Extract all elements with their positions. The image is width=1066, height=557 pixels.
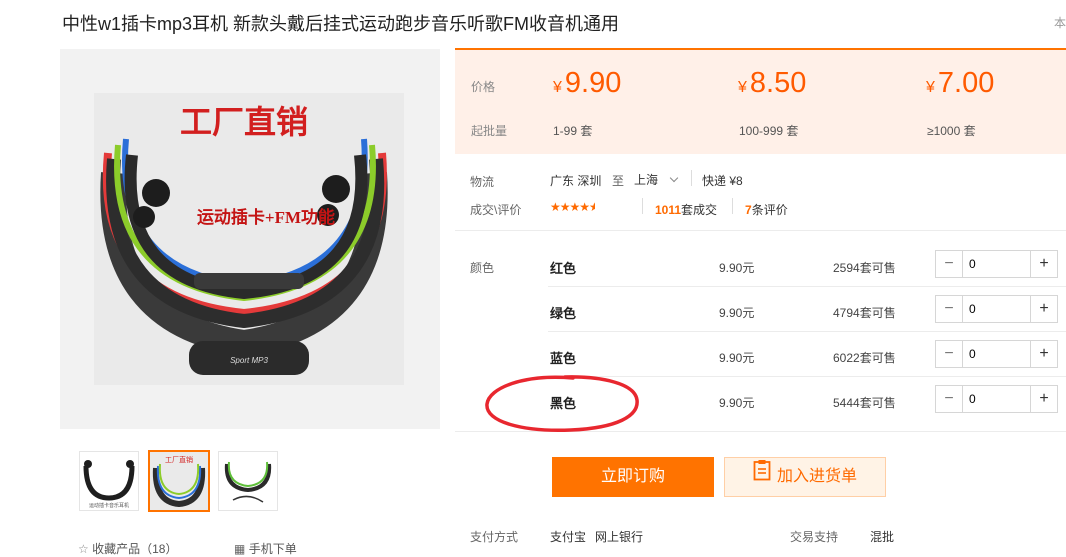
payment-alipay: 支付宝	[550, 530, 587, 544]
payment-bank: 网上银行	[595, 530, 644, 544]
variant-stock: 4794套可售	[833, 306, 896, 320]
sold-suffix: 套成交	[681, 203, 718, 217]
star-outline-icon: ☆	[78, 542, 89, 556]
row-divider	[548, 331, 1066, 332]
moq-label: 起批量	[471, 124, 508, 138]
mobile-order-link[interactable]: ▦ 手机下单	[234, 540, 297, 557]
minus-button[interactable]: −	[936, 386, 963, 412]
plus-button[interactable]: +	[1030, 341, 1057, 367]
corner-text: 本	[1053, 16, 1066, 30]
deals-label: 成交\评价	[470, 203, 522, 217]
price-tier-2: ¥8.50	[738, 67, 806, 100]
thumbnail-2[interactable]: 工厂直销	[148, 450, 210, 512]
thumbnail-3[interactable]	[218, 451, 278, 511]
express-fee: 快递 ¥8	[702, 174, 743, 188]
quantity-stepper: − +	[935, 340, 1058, 368]
sold-number: 1011	[655, 203, 682, 217]
currency-symbol: ¥	[553, 79, 562, 96]
price-value: 7.00	[937, 67, 995, 99]
divider	[642, 198, 643, 214]
tier-3-range: ≥1000 套	[927, 124, 976, 138]
subtext: 运动插卡+FM功能	[197, 207, 335, 227]
variant-price: 9.90元	[719, 261, 755, 275]
origin-city: 广东 深圳	[550, 174, 602, 188]
tier-1-range: 1-99 套	[553, 124, 593, 138]
variant-price: 9.90元	[719, 396, 755, 410]
device-label: Sport MP3	[230, 356, 268, 365]
quantity-stepper: − +	[935, 250, 1058, 278]
thumbnail-1-caption: 运动插卡音乐耳机	[89, 502, 129, 509]
review-number: 7	[745, 203, 752, 217]
variant-price: 9.90元	[719, 351, 755, 365]
divider	[732, 198, 733, 214]
logistics-label: 物流	[470, 175, 495, 189]
minus-button[interactable]: −	[936, 251, 963, 277]
thumbnail-1[interactable]: 运动插卡音乐耳机	[79, 451, 139, 511]
thumbnail-2-caption: 工厂直销	[165, 455, 193, 464]
product-title: 中性w1插卡mp3耳机 新款头戴后挂式运动跑步音乐听歌FM收音机通用	[62, 14, 620, 34]
plus-button[interactable]: +	[1030, 296, 1057, 322]
quantity-input[interactable]	[963, 341, 1030, 367]
quantity-stepper: − +	[935, 385, 1058, 413]
review-suffix: 条评价	[751, 203, 788, 217]
quantity-input[interactable]	[963, 386, 1030, 412]
rating-stars: ★★★★★	[550, 200, 595, 214]
price-value: 8.50	[749, 67, 807, 99]
currency-symbol: ¥	[926, 79, 935, 96]
trade-value: 混批	[870, 530, 895, 544]
thumbnail-2-image: 工厂直销	[150, 452, 208, 510]
main-product-image[interactable]: 工厂直销 运动插卡+FM功能 Sport MP3	[94, 93, 404, 385]
sold-count[interactable]: 1011套成交	[655, 201, 717, 218]
row-divider	[548, 286, 1066, 287]
star-icon: ★★★★	[550, 200, 590, 214]
divider	[691, 170, 692, 186]
quantity-stepper: − +	[935, 295, 1058, 323]
review-count[interactable]: 7条评价	[745, 201, 788, 218]
banner-text: 工厂直销	[180, 104, 308, 140]
quantity-input[interactable]	[963, 296, 1030, 322]
section-divider	[455, 230, 1066, 231]
tier-2-range: 100-999 套	[739, 124, 799, 138]
mobile-label: 手机下单	[248, 542, 297, 556]
variant-color: 红色	[550, 261, 577, 276]
add-to-cart-label: 加入进货单	[776, 468, 857, 486]
price-tier-3: ¥7.00	[926, 67, 994, 100]
trade-label: 交易支持	[790, 530, 839, 544]
variant-stock: 5444套可售	[833, 396, 896, 410]
variant-stock: 6022套可售	[833, 351, 896, 365]
destination-value: 上海	[634, 173, 659, 187]
plus-button[interactable]: +	[1030, 386, 1057, 412]
destination-select[interactable]: 上海	[634, 171, 679, 188]
to-label: 至	[612, 174, 625, 188]
highlight-ellipse	[485, 375, 639, 433]
payment-label: 支付方式	[470, 530, 519, 544]
minus-button[interactable]: −	[936, 341, 963, 367]
favorite-label: 收藏产品（18）	[92, 542, 178, 556]
variant-price: 9.90元	[719, 306, 755, 320]
quantity-input[interactable]	[963, 251, 1030, 277]
clipboard-icon	[753, 458, 771, 496]
thumbnail-3-image	[219, 452, 277, 510]
color-label: 颜色	[470, 261, 495, 275]
thumbnail-1-image: 运动插卡音乐耳机	[80, 452, 138, 510]
variant-stock: 2594套可售	[833, 261, 896, 275]
qr-code-icon: ▦	[234, 542, 246, 556]
currency-symbol: ¥	[738, 79, 747, 96]
headphones-illustration: 工厂直销 运动插卡+FM功能 Sport MP3	[94, 93, 404, 385]
buy-now-button[interactable]: 立即订购	[552, 457, 714, 497]
add-to-cart-button[interactable]: 加入进货单	[724, 457, 886, 497]
minus-button[interactable]: −	[936, 296, 963, 322]
price-tier-1: ¥9.90	[553, 67, 621, 100]
price-label: 价格	[471, 80, 496, 94]
variant-color: 蓝色	[550, 351, 577, 366]
favorite-link[interactable]: ☆ 收藏产品（18）	[78, 540, 177, 557]
price-value: 9.90	[564, 67, 622, 99]
half-star-icon: ★	[589, 200, 596, 214]
variant-color: 绿色	[550, 306, 577, 321]
plus-button[interactable]: +	[1030, 251, 1057, 277]
chevron-down-icon	[670, 173, 679, 183]
